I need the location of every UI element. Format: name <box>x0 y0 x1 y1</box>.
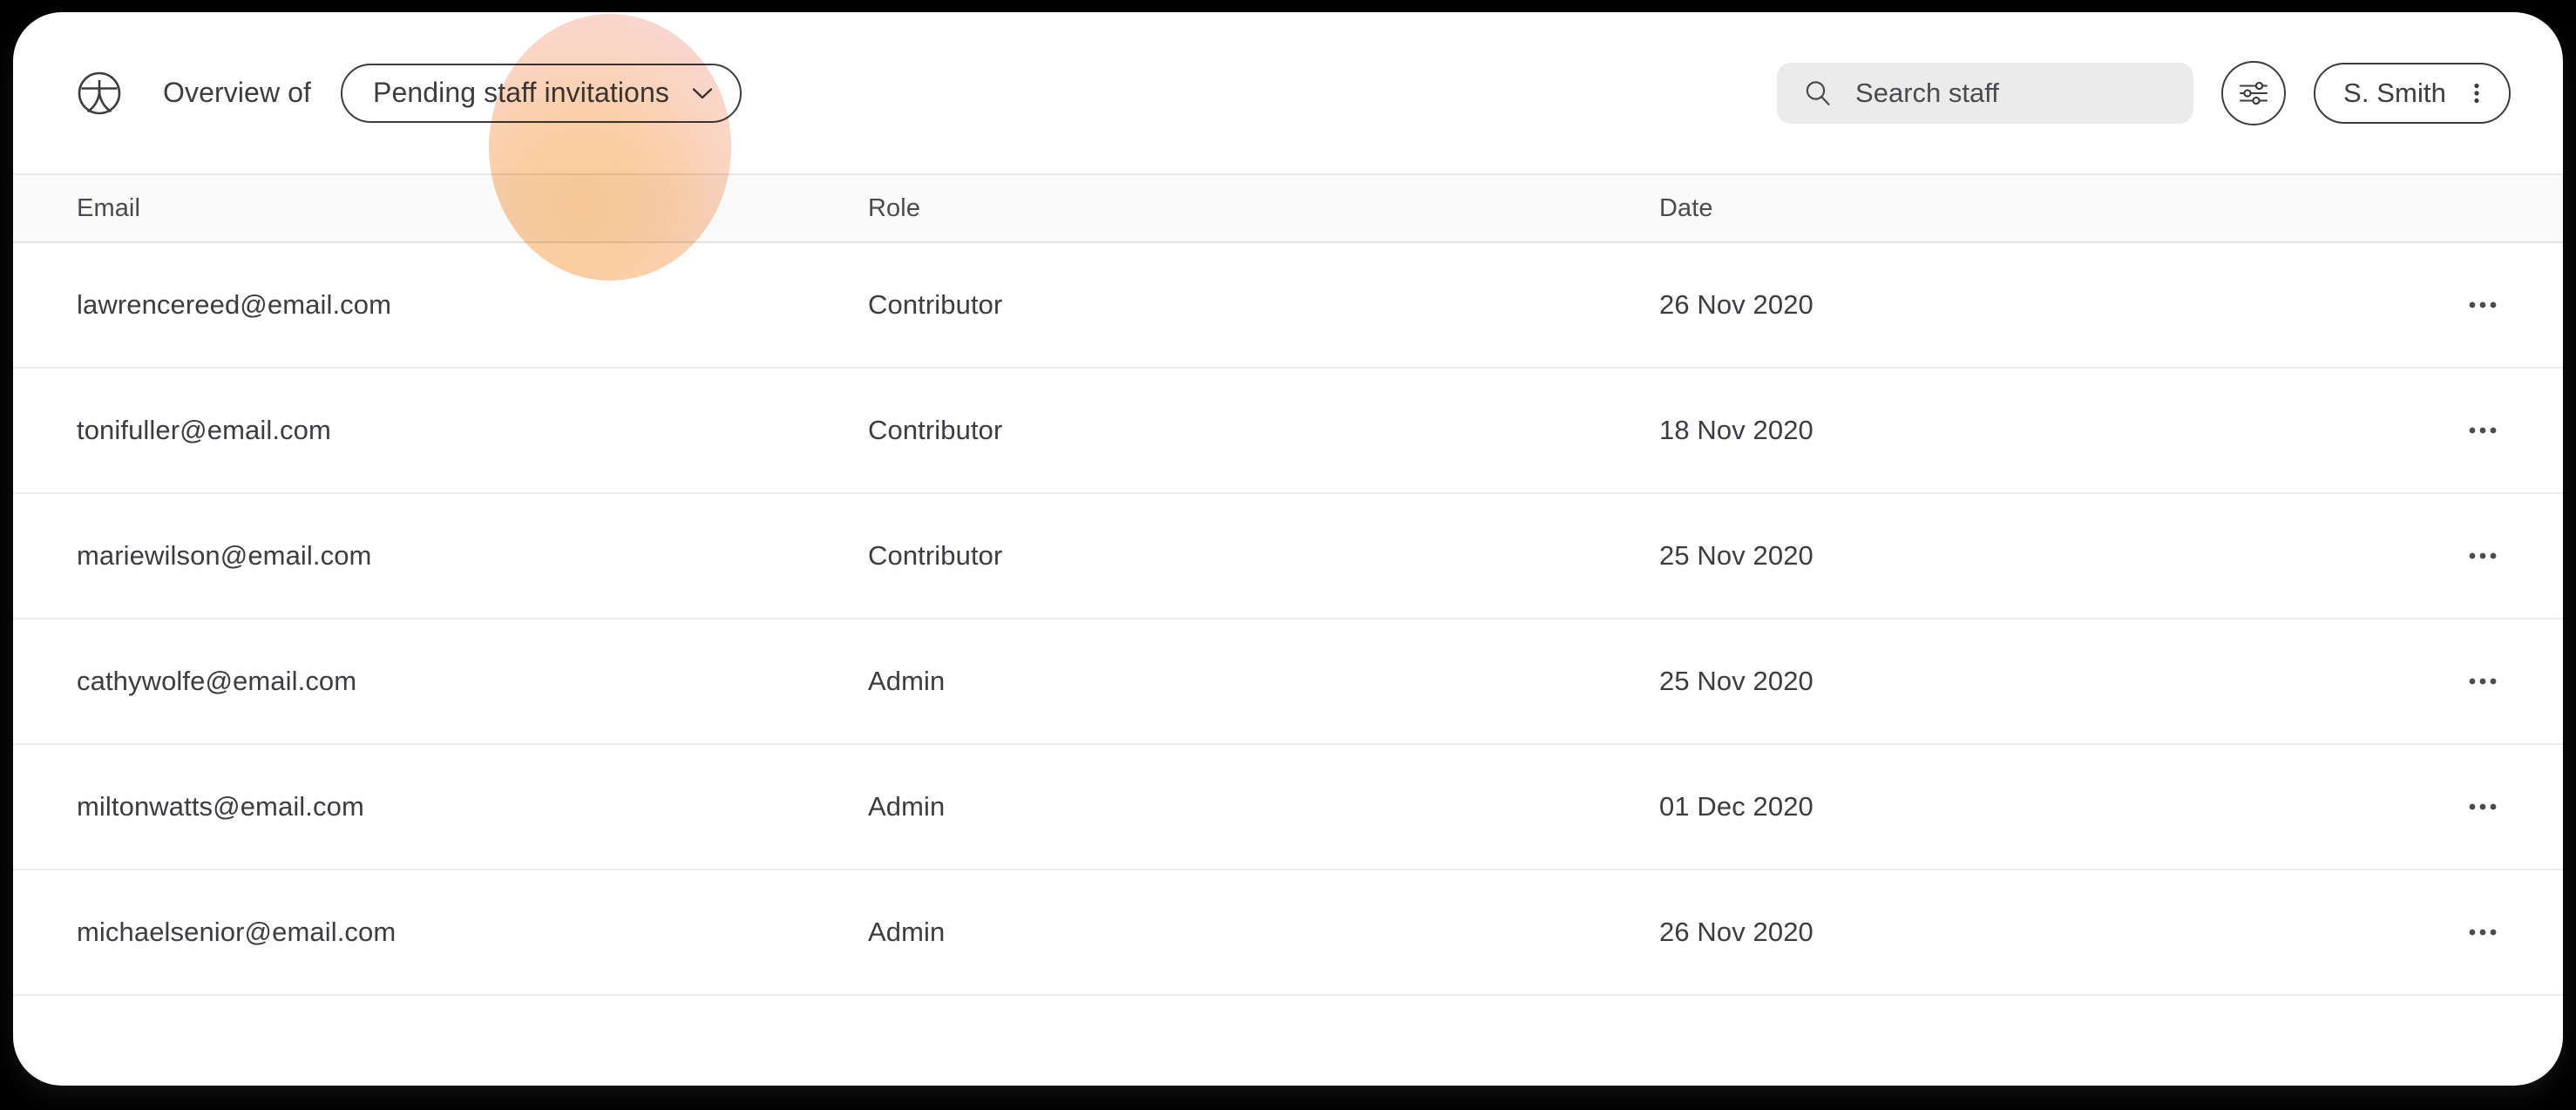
cell-role: Contributor <box>868 540 1003 571</box>
pending-invitations-dropdown[interactable]: Pending staff invitations <box>341 63 742 123</box>
screen-background: Overview of Pending staff invitations Se… <box>0 0 2576 1110</box>
column-header-role[interactable]: Role <box>868 194 1659 223</box>
cell-date: 25 Nov 2020 <box>1659 540 1813 571</box>
person-in-circle-logo-icon <box>77 71 122 116</box>
cell-date: 26 Nov 2020 <box>1659 289 1813 320</box>
table-row[interactable]: mariewilson@email.com Contributor 25 Nov 2… <box>13 494 2563 619</box>
cell-date: 25 Nov 2020 <box>1659 666 1813 696</box>
cell-role: Contributor <box>868 289 1003 320</box>
cell-email: miltonwatts@email.com <box>77 791 364 822</box>
cell-date: 01 Dec 2020 <box>1659 791 1813 822</box>
cell-actions <box>2374 537 2511 575</box>
top-toolbar: Overview of Pending staff invitations Se… <box>13 12 2563 173</box>
kebab-horizontal-icon[interactable] <box>2464 913 2502 951</box>
dropdown-selected-value: Pending staff invitations <box>373 77 669 108</box>
user-name-label: S. Smith <box>2343 77 2446 108</box>
table-header-row: Email Role Date <box>13 173 2563 243</box>
cell-actions <box>2374 411 2511 450</box>
column-header-email[interactable]: Email <box>77 194 868 223</box>
kebab-horizontal-icon[interactable] <box>2464 662 2502 701</box>
table-row[interactable]: miltonwatts@email.com Admin 01 Dec 2020 <box>13 745 2563 870</box>
cell-email: tonifuller@email.com <box>77 415 331 445</box>
staff-invitations-table: Email Role Date lawrencereed@email.com Co… <box>13 173 2563 996</box>
cell-actions <box>2374 913 2511 951</box>
user-menu-button[interactable]: S. Smith <box>2314 62 2511 124</box>
table-row[interactable]: tonifuller@email.com Contributor 18 Nov 20… <box>13 369 2563 494</box>
table-row[interactable]: cathywolfe@email.com Admin 25 Nov 2020 <box>13 619 2563 745</box>
filter-settings-button[interactable] <box>2221 60 2287 125</box>
overview-label: Overview of <box>163 77 312 108</box>
cell-role: Contributor <box>868 415 1003 445</box>
cell-email: michaelsenior@email.com <box>77 917 397 947</box>
cell-actions <box>2374 286 2511 324</box>
table-row[interactable]: lawrencereed@email.com Contributor 26 Nov … <box>13 243 2563 369</box>
cell-role: Admin <box>868 917 946 947</box>
cell-email: lawrencereed@email.com <box>77 289 392 320</box>
cell-actions <box>2374 662 2511 701</box>
cell-date: 18 Nov 2020 <box>1659 415 1813 445</box>
cell-date: 26 Nov 2020 <box>1659 917 1813 947</box>
cell-role: Admin <box>868 791 946 822</box>
table-row[interactable]: michaelsenior@email.com Admin 26 Nov 2020 <box>13 870 2563 996</box>
kebab-vertical-icon[interactable] <box>2464 80 2490 106</box>
app-card: Overview of Pending staff invitations Se… <box>13 12 2563 1086</box>
cell-email: mariewilson@email.com <box>77 540 372 571</box>
kebab-horizontal-icon[interactable] <box>2464 411 2502 450</box>
cell-actions <box>2374 788 2511 826</box>
chevron-down-icon <box>688 79 716 107</box>
cell-role: Admin <box>868 666 946 696</box>
kebab-horizontal-icon[interactable] <box>2464 537 2502 575</box>
search-icon <box>1803 78 1833 108</box>
table-body: lawrencereed@email.com Contributor 26 Nov … <box>13 243 2563 996</box>
column-header-date[interactable]: Date <box>1659 194 2374 223</box>
search-field[interactable] <box>1777 62 2194 124</box>
filter-sliders-icon <box>2236 76 2271 111</box>
cell-email: cathywolfe@email.com <box>77 666 357 696</box>
kebab-horizontal-icon[interactable] <box>2464 286 2502 324</box>
search-input[interactable] <box>1855 77 2172 109</box>
kebab-horizontal-icon[interactable] <box>2464 788 2502 826</box>
